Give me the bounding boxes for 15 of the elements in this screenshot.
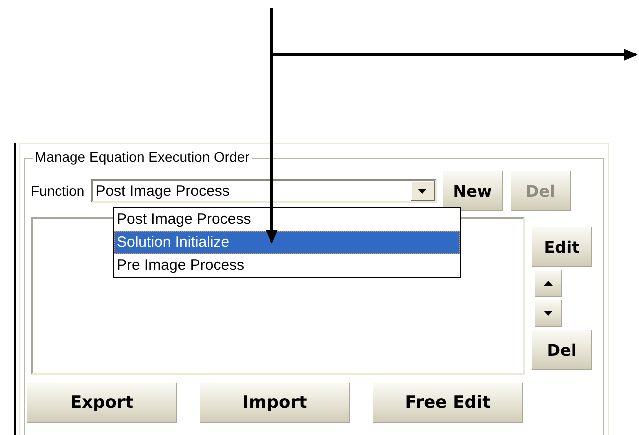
move-up-button[interactable] bbox=[535, 270, 562, 297]
down-arrow-icon bbox=[418, 188, 428, 194]
move-down-button[interactable] bbox=[535, 300, 562, 327]
delete-button[interactable]: Del bbox=[532, 330, 592, 370]
down-arrow-icon bbox=[544, 311, 553, 316]
up-arrow-icon bbox=[544, 281, 553, 286]
new-button[interactable]: New bbox=[442, 171, 503, 211]
dropdown-option[interactable]: Solution Initialize bbox=[114, 231, 460, 254]
edit-button[interactable]: Edit bbox=[532, 227, 592, 267]
free-edit-button[interactable]: Free Edit bbox=[373, 383, 523, 423]
import-button[interactable]: Import bbox=[200, 383, 350, 423]
export-button[interactable]: Export bbox=[27, 383, 177, 423]
function-dropdown[interactable]: Post Image Process bbox=[90, 179, 437, 203]
group-title: Manage Equation Execution Order bbox=[33, 149, 252, 165]
function-label: Function bbox=[31, 183, 85, 199]
